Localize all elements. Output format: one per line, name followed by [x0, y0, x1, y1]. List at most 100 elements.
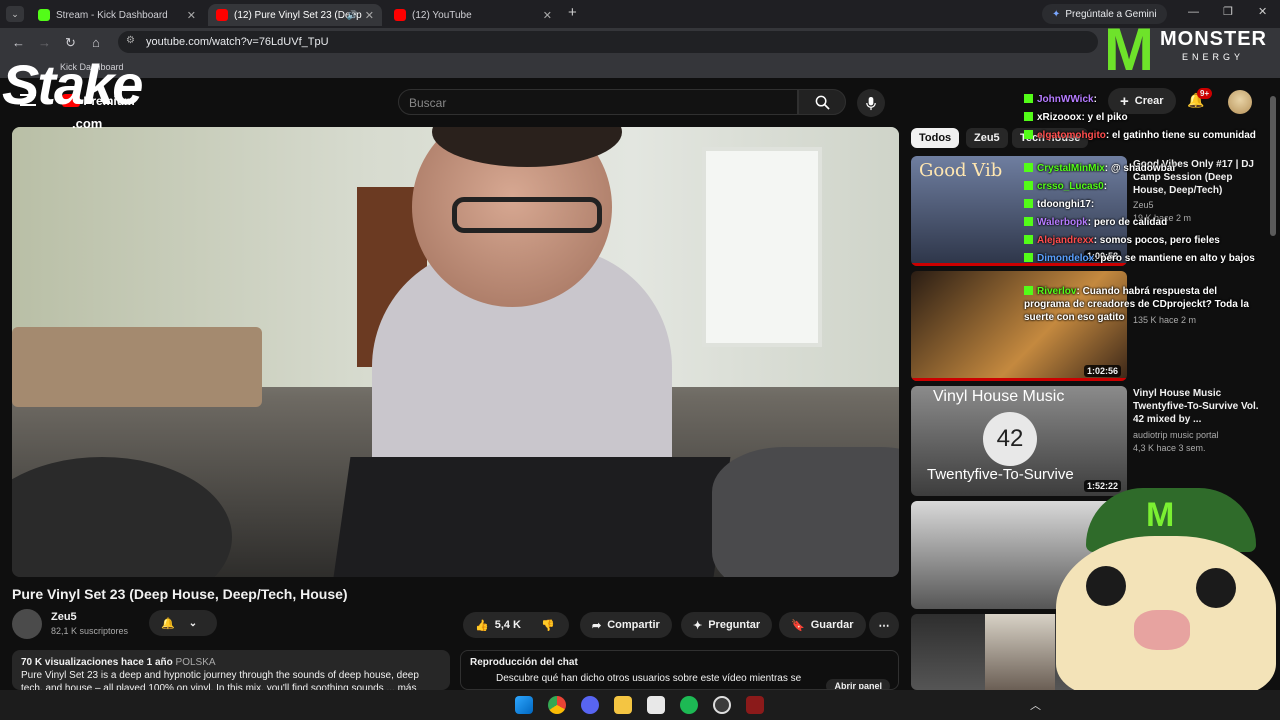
- streamer-webcam: [985, 614, 1055, 690]
- bookmarks-bar: Kick Dashboard: [0, 56, 1280, 78]
- kick-badge-icon: [1024, 163, 1033, 172]
- tab-pure-vinyl-set[interactable]: (12) Pure Vinyl Set 23 (Deep 🔊 ✕: [208, 4, 382, 26]
- scrollbar[interactable]: [1270, 96, 1276, 236]
- subscriber-count: 82,1 K suscriptores: [51, 626, 129, 636]
- video-player[interactable]: [12, 127, 899, 577]
- home-icon[interactable]: ⌂: [92, 35, 100, 50]
- channel-avatar[interactable]: [12, 609, 42, 639]
- video-dj-mixer: [333, 457, 731, 577]
- channel-name[interactable]: Zeu5: [51, 611, 77, 623]
- search-button[interactable]: [798, 89, 846, 115]
- speaker-icon[interactable]: 🔊: [347, 10, 358, 21]
- more-actions-button[interactable]: ⋯: [869, 612, 899, 638]
- chip-zeu5[interactable]: Zeu5: [966, 128, 1008, 148]
- location-tag[interactable]: POLSKA: [176, 657, 216, 668]
- recommended-channel[interactable]: audiotrip music portal: [1133, 429, 1263, 441]
- window-close-button[interactable]: ✕: [1258, 5, 1267, 18]
- share-button[interactable]: ➦ Compartir: [580, 612, 672, 638]
- ask-button[interactable]: ✦ Preguntar: [681, 612, 773, 638]
- close-icon[interactable]: ✕: [543, 9, 552, 22]
- chat-message: Alejandrexx: somos pocos, pero fieles: [1024, 234, 1264, 247]
- youtube-icon: [216, 9, 228, 21]
- description-box[interactable]: 70 K visualizaciones hace 1 año POLSKA P…: [12, 650, 450, 690]
- minimize-button[interactable]: —: [1188, 6, 1199, 18]
- forward-icon[interactable]: →: [38, 35, 51, 50]
- recommended-title[interactable]: Vinyl House Music Twentyfive-To-Survive …: [1133, 387, 1263, 426]
- chat-text: : pero de calidad: [1087, 217, 1168, 228]
- url-bar[interactable]: ⚙ youtube.com/watch?v=76LdUVf_TpU: [118, 31, 1098, 53]
- thumbs-down-icon[interactable]: 👎: [541, 619, 555, 632]
- cat-cap-logo: M: [1146, 496, 1175, 534]
- reload-icon[interactable]: ↻: [65, 35, 76, 51]
- cat-nose: [1134, 610, 1190, 650]
- chat-username: JohnWWick: [1037, 94, 1094, 105]
- progress-bar: [911, 378, 1127, 381]
- cat-eye-right: [1196, 568, 1236, 608]
- ask-label: Preguntar: [708, 619, 761, 631]
- cat-eye-left: [1086, 566, 1126, 606]
- file-explorer-icon[interactable]: [614, 696, 632, 714]
- tab-title: Stream - Kick Dashboard: [56, 9, 168, 21]
- save-button[interactable]: 🔖 Guardar: [779, 612, 866, 638]
- kick-badge-icon: [1024, 286, 1033, 295]
- open-panel-button[interactable]: Abrir panel: [826, 679, 890, 689]
- kick-badge-icon: [1024, 130, 1033, 139]
- kick-icon: [38, 9, 50, 21]
- url-text: youtube.com/watch?v=76LdUVf_TpU: [146, 36, 329, 48]
- chat-text: : el gatinho tiene su comunidad: [1105, 130, 1256, 141]
- site-info-icon[interactable]: ⚙: [126, 35, 135, 46]
- kick-badge-icon: [1024, 235, 1033, 244]
- chat-text: : @ shadowbai: [1104, 163, 1176, 174]
- sparkle-icon: ✦: [693, 619, 703, 632]
- chat-text: : y el piko: [1081, 112, 1128, 123]
- subscription-bell-button[interactable]: 🔔 ⌄: [149, 610, 217, 636]
- monster-sub-text: ENERGY: [1182, 52, 1245, 62]
- chat-text: : somos pocos, pero fieles: [1093, 235, 1220, 246]
- chat-text: : pero se mantiene en alto y bajos: [1094, 253, 1255, 264]
- chat-message: elgatomohgito: el gatinho tiene su comun…: [1024, 129, 1264, 142]
- chrome-icon[interactable]: [548, 696, 566, 714]
- chat-username: Dimondelox: [1037, 253, 1095, 264]
- gemini-icon: ✦: [1052, 8, 1061, 20]
- tab-search-button[interactable]: ⌄: [6, 6, 24, 22]
- microphone-icon: [866, 96, 876, 110]
- share-label: Compartir: [607, 619, 660, 631]
- new-tab-button[interactable]: +: [568, 4, 577, 21]
- chat-text: :: [1103, 181, 1108, 192]
- chevron-up-icon[interactable]: ︿: [1030, 697, 1041, 713]
- app-icon[interactable]: [746, 696, 764, 714]
- view-stats: 70 K visualizaciones hace 1 año: [21, 657, 173, 668]
- video-turntable-left: [12, 457, 232, 577]
- close-icon[interactable]: ✕: [187, 9, 196, 22]
- chip-all[interactable]: Todos: [911, 128, 960, 148]
- maximize-button[interactable]: ❐: [1223, 5, 1233, 18]
- bookmark-icon: 🔖: [791, 619, 805, 632]
- chat-message: Dimondelox: pero se mantiene en alto y b…: [1024, 252, 1264, 265]
- youtube-icon: [394, 9, 406, 21]
- kick-badge-icon: [1024, 199, 1033, 208]
- voice-search-button[interactable]: [857, 89, 885, 117]
- media-icon[interactable]: [647, 696, 665, 714]
- monster-claw-icon: M: [1104, 16, 1154, 83]
- search-input[interactable]: Buscar: [398, 89, 798, 115]
- discord-icon[interactable]: [581, 696, 599, 714]
- obs-icon[interactable]: [713, 696, 731, 714]
- tab-youtube[interactable]: (12) YouTube ✕: [386, 4, 560, 26]
- monster-brand-text: MONSTER: [1160, 28, 1267, 50]
- chat-replay-box: Reproducción del chat Descubre qué han d…: [460, 650, 899, 690]
- close-icon[interactable]: ✕: [365, 9, 374, 22]
- like-button[interactable]: 👍 5,4 K 👎: [463, 612, 569, 638]
- back-icon[interactable]: ←: [12, 35, 25, 50]
- recommended-thumbnail[interactable]: Vinyl House Music 42 Twentyfive-To-Survi…: [911, 386, 1127, 496]
- chat-username: Riverlov: [1037, 286, 1077, 297]
- video-window: [702, 147, 822, 347]
- windows-start-icon[interactable]: [515, 696, 533, 714]
- cat-avatar-overlay: M: [1046, 488, 1280, 696]
- tab-kick-dashboard[interactable]: Stream - Kick Dashboard ✕: [30, 4, 204, 26]
- spotify-icon[interactable]: [680, 696, 698, 714]
- stake-logo-sub: .com: [72, 116, 103, 131]
- chat-message: Walerbopk: pero de calidad: [1024, 216, 1264, 229]
- share-icon: ➦: [592, 619, 602, 632]
- tab-title: (12) Pure Vinyl Set 23 (Deep: [234, 9, 362, 21]
- chevron-down-icon: ⌄: [188, 617, 198, 629]
